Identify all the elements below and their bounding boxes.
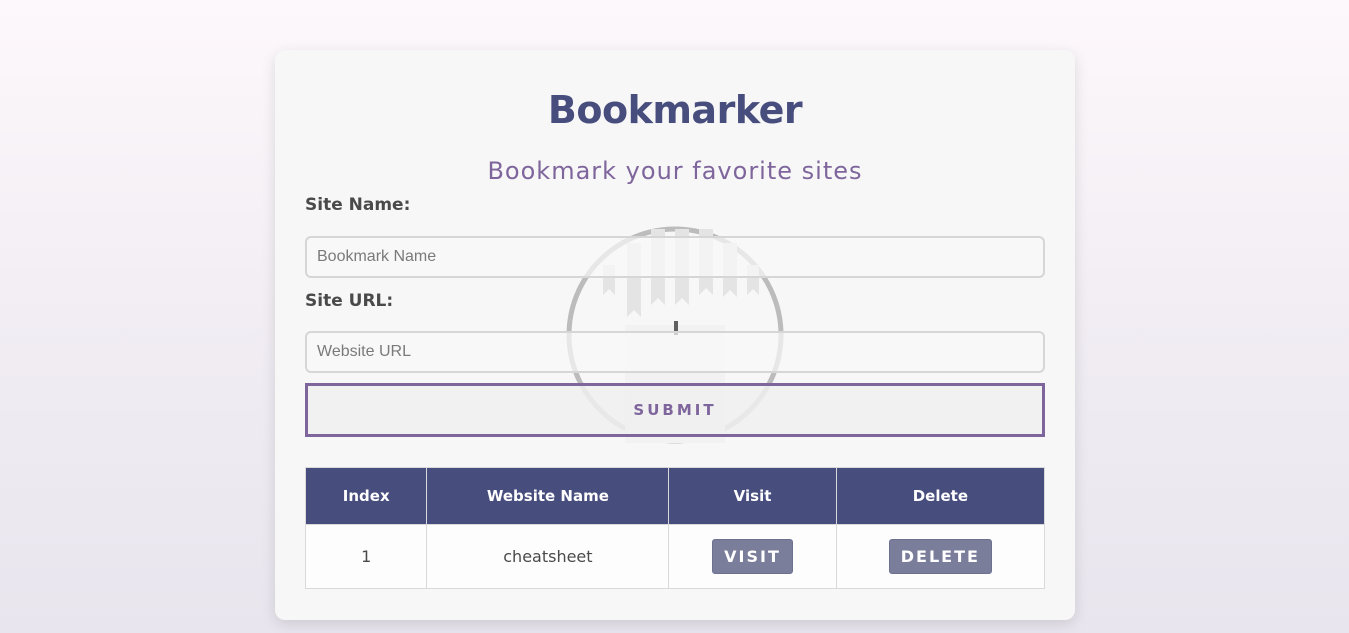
row-visit-cell: VISIT: [668, 524, 837, 589]
table-header-row: Index Website Name Visit Delete: [304, 467, 1046, 525]
site-name-label: Site Name:: [305, 195, 411, 215]
site-url-input[interactable]: [305, 331, 1045, 373]
row-website-name: cheatsheet: [426, 524, 670, 589]
page-title: Bookmarker: [547, 88, 803, 132]
header-delete: Delete: [835, 467, 1046, 525]
header-website-name: Website Name: [426, 467, 670, 525]
bookmarker-card: Bookmarker Bookmark your favorite sites …: [275, 50, 1075, 620]
header-visit: Visit: [668, 467, 837, 525]
submit-button[interactable]: SUBMIT: [305, 383, 1045, 437]
site-name-input[interactable]: [305, 236, 1045, 278]
visit-button[interactable]: VISIT: [712, 539, 793, 574]
row-index: 1: [304, 524, 428, 589]
row-delete-cell: DELETE: [835, 524, 1046, 589]
bookmarks-table: Index Website Name Visit Delete 1 cheats…: [304, 467, 1046, 589]
table-row: 1 cheatsheet VISIT DELETE: [304, 524, 1046, 589]
page-subtitle: Bookmark your favorite sites: [487, 157, 863, 185]
site-url-label: Site URL:: [305, 291, 394, 311]
header-index: Index: [304, 467, 428, 525]
delete-button[interactable]: DELETE: [888, 539, 992, 574]
